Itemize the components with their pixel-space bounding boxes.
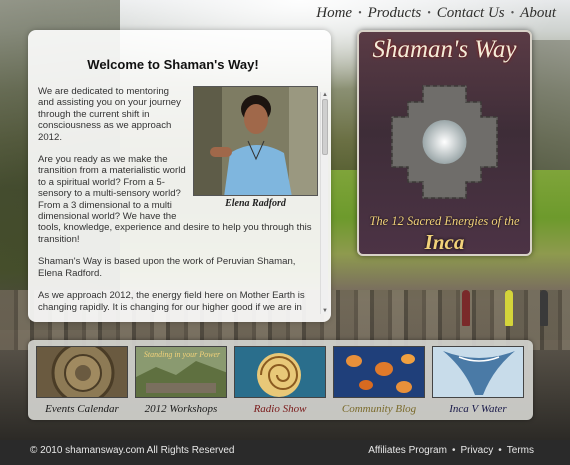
copyright-text: © 2010 shamansway.com All Rights Reserve… xyxy=(30,445,235,456)
top-navigation: Home • Products • Contact Us • About xyxy=(316,4,556,22)
book-subtitle-main: Inca xyxy=(424,230,465,254)
footer-link-terms[interactable]: Terms xyxy=(507,445,534,456)
footer-separator: • xyxy=(498,445,502,456)
elena-photo-box: Elena Radford xyxy=(193,86,318,209)
book-title: Shaman's Way xyxy=(372,36,517,63)
machu-picchu-icon: Standing in your Power xyxy=(135,346,227,398)
welcome-text-area[interactable]: Elena Radford We are dedicated to mentor… xyxy=(38,86,318,317)
thumb-overlay-text: Standing in your Power xyxy=(144,350,221,359)
nav-separator: • xyxy=(358,7,362,19)
thumb-label: Inca V Water xyxy=(449,403,507,415)
portrait-illustration xyxy=(194,87,317,195)
nav-about[interactable]: About xyxy=(520,5,556,22)
footer-links: Affiliates Program • Privacy • Terms xyxy=(368,445,534,456)
book-subtitle: The 12 Sacred Energies of the xyxy=(369,214,520,228)
scroll-up-arrow-icon[interactable]: ▲ xyxy=(322,92,328,98)
nav-contact-us[interactable]: Contact Us xyxy=(437,5,505,22)
welcome-scrollbar[interactable]: ▲ ▼ xyxy=(320,92,328,314)
thumb-label: Events Calendar xyxy=(45,403,119,415)
jellyfish-icon xyxy=(333,346,425,398)
photo-caption: Elena Radford xyxy=(225,198,286,209)
chakana-cross-icon xyxy=(391,85,498,199)
welcome-title: Welcome to Shaman's Way! xyxy=(87,57,259,72)
scroll-down-arrow-icon[interactable]: ▼ xyxy=(322,308,328,314)
scrollbar-thumb[interactable] xyxy=(322,99,328,155)
nav-home[interactable]: Home xyxy=(316,5,352,22)
thumb-events-calendar[interactable]: Events Calendar xyxy=(36,346,128,418)
welcome-paragraph: Shaman's Way is based upon the work of P… xyxy=(38,256,296,279)
tourist-figure xyxy=(540,290,548,326)
thumb-label: 2012 Workshops xyxy=(144,403,218,415)
thumb-inca-v-water[interactable]: Inca V Water xyxy=(432,346,524,418)
welcome-panel: Welcome to Shaman's Way! Elena Radford W… xyxy=(28,30,331,322)
nav-separator: • xyxy=(427,7,431,19)
book-cover-link[interactable]: Shaman's Way The 12 Sacred Energies of t… xyxy=(357,30,532,256)
nautilus-shell-icon xyxy=(234,346,326,398)
thumb-community-blog[interactable]: Community Blog xyxy=(333,346,425,418)
thumb-2012-workshops[interactable]: Standing in your Power 2012 Workshops xyxy=(135,346,227,418)
welcome-paragraph: As we approach 2012, the energy field he… xyxy=(38,290,305,313)
nav-separator: • xyxy=(510,7,515,19)
footer-link-privacy[interactable]: Privacy xyxy=(460,445,493,456)
tourist-figure xyxy=(462,290,470,326)
thumb-label: Radio Show xyxy=(253,403,307,415)
mayan-calendar-icon xyxy=(36,346,128,398)
thumb-radio-show[interactable]: Radio Show xyxy=(234,346,326,418)
nav-products[interactable]: Products xyxy=(368,5,422,22)
water-vortex-icon xyxy=(432,346,524,398)
footer-link-affiliates[interactable]: Affiliates Program xyxy=(368,445,447,456)
elena-photo xyxy=(193,86,318,196)
thumb-label: Community Blog xyxy=(341,403,417,415)
footer-separator: • xyxy=(451,445,456,456)
footer: © 2010 shamansway.com All Rights Reserve… xyxy=(0,440,570,465)
feature-thumbnails: Events Calendar Standing in your Power 2… xyxy=(28,340,533,420)
tourist-figure xyxy=(505,290,513,326)
